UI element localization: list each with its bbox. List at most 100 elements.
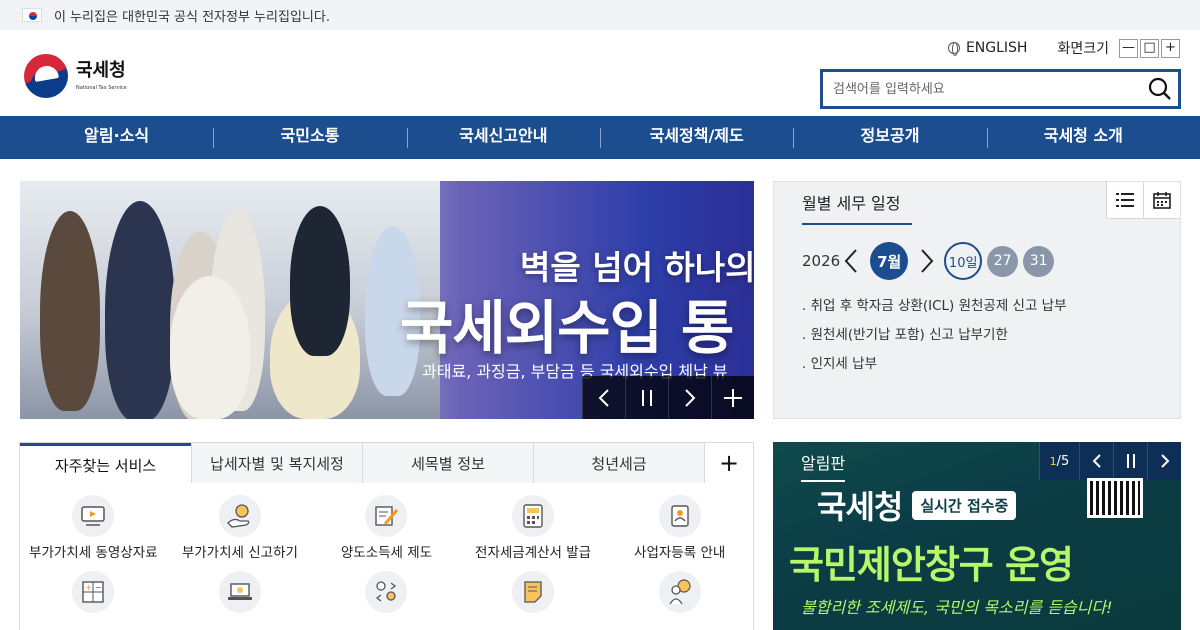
nav-item-about[interactable]: 국세청 소개 bbox=[986, 116, 1180, 159]
logo-name-en: National Tax Service bbox=[76, 84, 127, 91]
search-box bbox=[820, 69, 1181, 109]
notice-badge: 실시간 접수중 bbox=[912, 490, 1017, 520]
main-banner[interactable]: 벽을 넘어 하나의 국세외수입 통 과태료, 과징금, 부담금 등 국세외수입 … bbox=[20, 181, 754, 419]
prev-month-icon[interactable] bbox=[844, 248, 858, 274]
notice-page-total: /5 bbox=[1056, 453, 1070, 469]
service-item[interactable]: 양도소득세 제도 bbox=[313, 495, 460, 561]
zoom-reset-button[interactable]: □ bbox=[1140, 38, 1159, 58]
main-nav: 알림·소식 국민소통 국세신고안내 국세정책/제도 정보공개 국세청 소개 bbox=[0, 116, 1200, 159]
next-month-icon[interactable] bbox=[920, 248, 934, 274]
nts-emblem-icon bbox=[24, 54, 68, 98]
schedule-calendar-view-button[interactable] bbox=[1143, 182, 1180, 219]
banner-photo bbox=[20, 181, 440, 419]
nav-item-policy[interactable]: 국세정책/제도 bbox=[599, 116, 793, 159]
services-grid: 부가가치세 동영상자료 부가가치세 신고하기 양도소득세 제도 전자세금계산서 … bbox=[20, 495, 753, 617]
search-button[interactable] bbox=[1142, 72, 1178, 106]
header: 국세청 National Tax Service ENGLISH 화면크기 — … bbox=[0, 30, 1200, 116]
gov-banner: 이 누리집은 대한민국 공식 전자정부 누리집입니다. bbox=[0, 0, 1200, 30]
schedule-list: 취업 후 학자금 상환(ICL) 원천공제 신고 납부 원천세(반기납 포함) … bbox=[802, 294, 1067, 381]
chevron-left-icon bbox=[598, 388, 609, 407]
service-item[interactable] bbox=[460, 571, 607, 617]
tab-taxpayer-welfare[interactable]: 납세자별 및 복지세정 bbox=[191, 443, 362, 483]
notice-page-indicator: 1/5 bbox=[1039, 442, 1079, 480]
service-item[interactable]: 사업자등록 안내 bbox=[606, 495, 753, 561]
schedule-item[interactable]: 인지세 납부 bbox=[802, 352, 1067, 381]
document-pen-icon bbox=[365, 495, 408, 537]
logo-name-ko: 국세청 bbox=[76, 60, 126, 82]
tab-frequent-services[interactable]: 자주찾는 서비스 bbox=[20, 443, 191, 484]
current-month: 7월 bbox=[870, 242, 909, 280]
chevron-right-icon bbox=[685, 388, 696, 407]
banner-more-button[interactable] bbox=[711, 376, 754, 419]
calendar-icon bbox=[1153, 192, 1171, 209]
svg-text:−: − bbox=[95, 583, 102, 592]
service-item[interactable] bbox=[606, 571, 753, 617]
korea-flag-icon bbox=[22, 8, 42, 22]
service-item[interactable] bbox=[313, 571, 460, 617]
notice-controls: 1/5 bbox=[1039, 442, 1181, 480]
people-exchange-icon bbox=[365, 571, 408, 613]
nav-item-filing-guide[interactable]: 국세신고안내 bbox=[406, 116, 600, 159]
badge-icon bbox=[658, 495, 701, 537]
search-input[interactable] bbox=[823, 72, 1142, 106]
schedule-day[interactable]: 27 bbox=[987, 245, 1019, 277]
notice-prev-button[interactable] bbox=[1079, 442, 1113, 480]
schedule-title: 월별 세무 일정 bbox=[802, 190, 912, 225]
english-label: ENGLISH bbox=[965, 40, 1028, 56]
gov-banner-text: 이 누리집은 대한민국 공식 전자정부 누리집입니다. bbox=[54, 9, 330, 25]
pause-icon bbox=[1126, 454, 1135, 468]
pause-icon bbox=[642, 389, 652, 406]
service-item[interactable]: 전자세금계산서 발급 bbox=[460, 495, 607, 561]
nav-item-communication[interactable]: 국민소통 bbox=[213, 116, 406, 159]
tab-tax-item-info[interactable]: 세목별 정보 bbox=[362, 443, 533, 483]
notice-brand: 국세청 bbox=[817, 488, 903, 526]
nav-item-news[interactable]: 알림·소식 bbox=[20, 116, 213, 159]
service-item[interactable]: 부가가치세 신고하기 bbox=[167, 495, 314, 561]
hand-coin-icon bbox=[218, 495, 261, 537]
notice-subtext: 불합리한 조세제도, 국민의 목소리를 듣습니다! bbox=[801, 598, 1113, 617]
schedule-item[interactable]: 원천세(반기납 포함) 신고 납부기한 bbox=[802, 323, 1067, 352]
video-icon bbox=[72, 495, 115, 537]
notice-next-button[interactable] bbox=[1147, 442, 1181, 480]
tax-schedule-panel: 월별 세무 일정 2026 7월 10일 27 31 취업 후 학자금 상환(I… bbox=[773, 181, 1181, 419]
utility-bar: ENGLISH 화면크기 — □ + bbox=[947, 38, 1180, 58]
chevron-left-icon bbox=[1092, 454, 1101, 468]
banner-prev-button[interactable] bbox=[582, 376, 625, 419]
services-tabs: 자주찾는 서비스 납세자별 및 복지세정 세목별 정보 청년세금 + bbox=[20, 443, 753, 484]
notice-page-current: 1 bbox=[1049, 454, 1057, 468]
schedule-year: 2026 bbox=[802, 252, 841, 270]
calc-grid-icon: + − bbox=[72, 571, 115, 613]
notice-title: 알림판 bbox=[801, 450, 846, 482]
notice-board[interactable]: 알림판 1/5 국세청 실시간 접수중 국민제안창구 운영 불합리한 조세제도,… bbox=[773, 442, 1181, 630]
site-logo[interactable]: 국세청 National Tax Service bbox=[24, 54, 127, 98]
banner-controls bbox=[582, 376, 754, 419]
schedule-item[interactable]: 취업 후 학자금 상환(ICL) 원천공제 신고 납부 bbox=[802, 294, 1067, 323]
zoom-in-button[interactable]: + bbox=[1161, 38, 1180, 58]
services-panel: 자주찾는 서비스 납세자별 및 복지세정 세목별 정보 청년세금 + 부가가치세… bbox=[19, 442, 754, 630]
service-item[interactable]: + − bbox=[20, 571, 167, 617]
service-item[interactable] bbox=[167, 571, 314, 617]
banner-headline-2: 국세외수입 통 bbox=[400, 294, 734, 362]
tab-youth-tax[interactable]: 청년세금 bbox=[533, 443, 704, 483]
zoom-out-button[interactable]: — bbox=[1119, 38, 1138, 58]
notice-headline: 국민제안창구 운영 bbox=[789, 543, 1074, 587]
globe-icon bbox=[947, 42, 960, 56]
nav-item-disclosure[interactable]: 정보공개 bbox=[793, 116, 986, 159]
schedule-day[interactable]: 31 bbox=[1023, 245, 1055, 277]
english-link[interactable]: ENGLISH bbox=[947, 40, 1028, 56]
services-more-button[interactable]: + bbox=[704, 443, 753, 483]
service-item[interactable]: 부가가치세 동영상자료 bbox=[20, 495, 167, 561]
calculator-icon bbox=[512, 495, 555, 537]
banner-next-button[interactable] bbox=[668, 376, 711, 419]
banner-pause-button[interactable] bbox=[625, 376, 668, 419]
laptop-icon bbox=[218, 571, 261, 613]
chevron-right-icon bbox=[1160, 454, 1169, 468]
list-icon bbox=[1116, 193, 1134, 207]
note-icon bbox=[512, 571, 555, 613]
schedule-day-selected[interactable]: 10일 bbox=[944, 242, 983, 280]
zoom-label: 화면크기 bbox=[1057, 41, 1109, 57]
schedule-list-view-button[interactable] bbox=[1106, 182, 1143, 219]
svg-text:+: + bbox=[85, 583, 92, 592]
notice-pause-button[interactable] bbox=[1113, 442, 1147, 480]
search-icon bbox=[1148, 77, 1171, 100]
